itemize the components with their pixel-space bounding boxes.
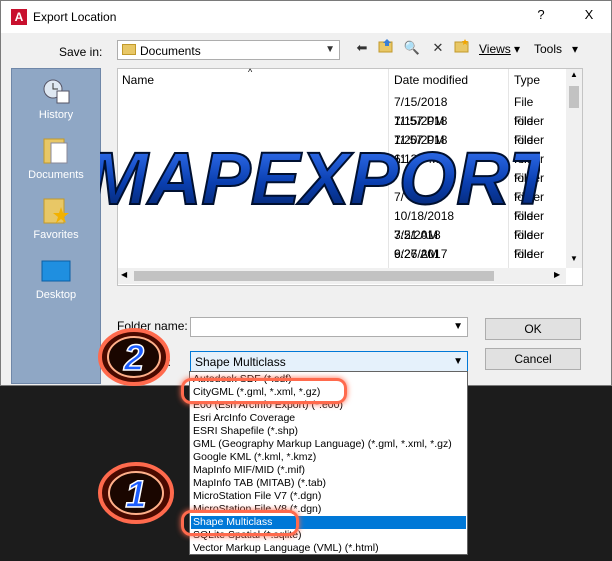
file-type-value: Shape Multiclass bbox=[195, 355, 286, 369]
cancel-button[interactable]: Cancel bbox=[485, 348, 581, 370]
column-type[interactable]: Type bbox=[514, 69, 540, 91]
scroll-thumb[interactable] bbox=[134, 271, 494, 281]
dropdown-option[interactable]: MapInfo TAB (MITAB) (*.tab) bbox=[191, 477, 466, 490]
scroll-down-icon[interactable]: ▼ bbox=[570, 254, 578, 263]
step-2-badge: 2 bbox=[98, 328, 170, 386]
up-folder-icon[interactable] bbox=[377, 39, 395, 57]
chevron-down-icon: ▼ bbox=[453, 356, 463, 367]
place-label: Favorites bbox=[33, 229, 79, 241]
dropdown-option[interactable]: ESRI Shapefile (*.shp) bbox=[191, 425, 466, 438]
title-bar: A Export Location ? X bbox=[1, 1, 611, 33]
banner-text: MAPEXPORT bbox=[100, 137, 540, 220]
mapexport-banner: MAPEXPORT bbox=[100, 136, 540, 221]
dropdown-option[interactable]: MicroStation File V7 (*.dgn) bbox=[191, 490, 466, 503]
place-documents[interactable]: Documents bbox=[12, 135, 100, 181]
place-favorites[interactable]: Favorites bbox=[12, 195, 100, 241]
documents-icon bbox=[43, 138, 68, 164]
tools-chevron-icon[interactable]: ▾ bbox=[572, 42, 578, 56]
column-name[interactable]: Name bbox=[122, 69, 154, 91]
close-button[interactable]: X bbox=[579, 7, 599, 22]
dropdown-option[interactable]: Google KML (*.kml, *.kmz) bbox=[191, 451, 466, 464]
place-label: Documents bbox=[28, 169, 84, 181]
scroll-left-icon[interactable]: ◀ bbox=[121, 270, 127, 279]
highlight-ring bbox=[181, 378, 347, 404]
desktop-icon bbox=[41, 260, 71, 282]
delete-icon[interactable]: ✕ bbox=[429, 39, 447, 57]
scroll-thumb[interactable] bbox=[569, 86, 579, 108]
history-icon bbox=[43, 79, 70, 104]
folder-name-input[interactable]: ▼ bbox=[190, 317, 468, 337]
help-button[interactable]: ? bbox=[531, 7, 551, 22]
horizontal-scrollbar[interactable]: ◀ ▶ bbox=[118, 268, 566, 284]
column-date[interactable]: Date modified bbox=[394, 69, 468, 91]
dropdown-option[interactable]: MapInfo MIF/MID (*.mif) bbox=[191, 464, 466, 477]
save-in-value: Documents bbox=[140, 44, 201, 58]
new-folder-icon[interactable] bbox=[453, 39, 471, 57]
chevron-down-icon: ▼ bbox=[325, 44, 335, 55]
tools-menu[interactable]: Tools bbox=[534, 42, 562, 56]
svg-text:1: 1 bbox=[125, 474, 146, 516]
views-chevron-icon[interactable]: ▾ bbox=[514, 42, 520, 56]
search-web-icon[interactable]: 🔍 bbox=[403, 39, 421, 57]
highlight-ring bbox=[181, 510, 299, 536]
ok-button[interactable]: OK bbox=[485, 318, 581, 340]
window-title: Export Location bbox=[33, 10, 117, 24]
place-label: History bbox=[38, 109, 74, 121]
svg-text:2: 2 bbox=[123, 337, 144, 378]
dropdown-option[interactable]: Esri ArcInfo Coverage bbox=[191, 412, 466, 425]
file-type-select[interactable]: Shape Multiclass ▼ bbox=[190, 351, 468, 372]
views-menu[interactable]: Views bbox=[479, 42, 511, 56]
scroll-right-icon[interactable]: ▶ bbox=[554, 270, 560, 279]
place-desktop[interactable]: Desktop bbox=[12, 259, 100, 301]
vertical-scrollbar[interactable]: ▲ ▼ bbox=[566, 69, 582, 268]
place-history[interactable]: History bbox=[12, 77, 100, 121]
autocad-app-icon: A bbox=[11, 9, 27, 25]
save-in-label: Save in: bbox=[59, 45, 103, 59]
back-icon[interactable]: ⬅ bbox=[353, 39, 371, 57]
dropdown-option[interactable]: Vector Markup Language (VML) (*.html) bbox=[191, 542, 466, 555]
favorites-icon bbox=[43, 198, 69, 224]
scroll-up-icon[interactable]: ▲ bbox=[570, 70, 578, 79]
dropdown-option[interactable]: GML (Geography Markup Language) (*.gml, … bbox=[191, 438, 466, 451]
folder-icon bbox=[122, 44, 136, 55]
chevron-down-icon[interactable]: ▼ bbox=[453, 321, 463, 332]
place-label: Desktop bbox=[35, 289, 77, 301]
save-in-combo[interactable]: Documents ▼ bbox=[117, 40, 340, 60]
step-1-badge: 1 bbox=[98, 462, 174, 524]
places-bar: History Documents Favorites Desktop bbox=[11, 68, 101, 384]
sort-arrow-icon: ^ bbox=[248, 67, 253, 77]
